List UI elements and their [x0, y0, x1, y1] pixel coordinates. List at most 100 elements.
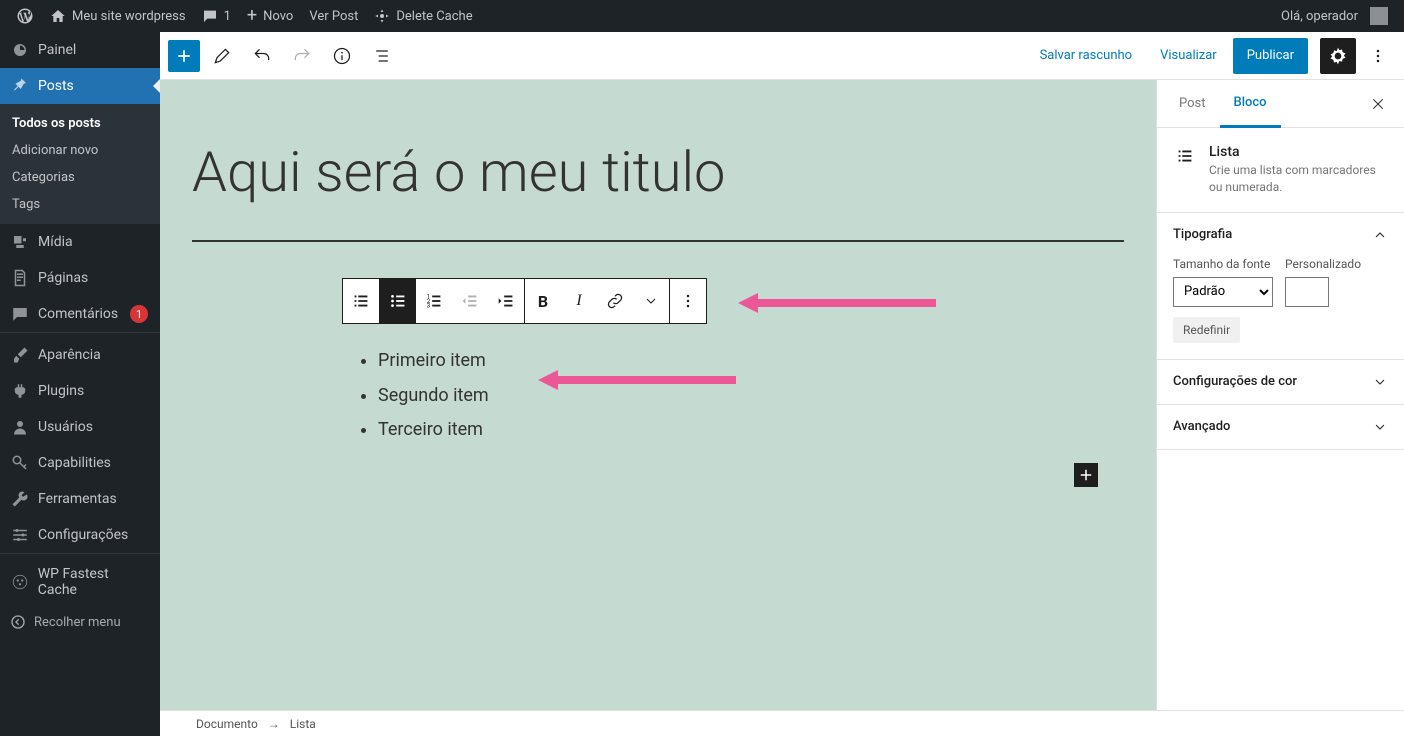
font-size-select[interactable]: Padrão — [1173, 277, 1273, 307]
block-inserter-button[interactable] — [168, 40, 200, 72]
redo-icon — [292, 46, 312, 66]
info-icon — [332, 46, 352, 66]
bulleted-list-button[interactable] — [380, 279, 416, 323]
custom-size-input[interactable] — [1285, 277, 1329, 307]
block-description: Crie uma lista com marcadores ou numerad… — [1209, 162, 1388, 196]
home-icon — [50, 8, 66, 24]
chevron-down-icon — [643, 293, 659, 309]
menu-tools[interactable]: Ferramentas — [0, 481, 160, 517]
view-post[interactable]: Ver Post — [301, 0, 366, 32]
comments-link[interactable]: 1 — [194, 0, 239, 32]
brush-icon — [10, 345, 30, 365]
collapse-icon — [10, 614, 26, 630]
link-icon — [605, 291, 625, 311]
reset-button[interactable]: Redefinir — [1173, 317, 1240, 343]
menu-capabilities[interactable]: Capabilities — [0, 445, 160, 481]
list-item[interactable]: Segundo item — [378, 379, 978, 413]
bold-button[interactable]: B — [525, 279, 561, 323]
menu-users[interactable]: Usuários — [0, 409, 160, 445]
details-button[interactable] — [324, 38, 360, 74]
user-greeting[interactable]: Olá, operador — [1273, 0, 1396, 32]
list-block[interactable]: Primeiro item Segundo item Terceiro item — [338, 344, 978, 447]
outdent-icon — [459, 290, 481, 312]
tools-button[interactable] — [204, 38, 240, 74]
menu-pages[interactable]: Páginas — [0, 260, 160, 296]
change-block-type-button[interactable] — [343, 279, 379, 323]
custom-size-label: Personalizado — [1285, 257, 1361, 271]
panel-advanced[interactable]: Avançado — [1157, 405, 1404, 449]
wordpress-icon — [16, 7, 34, 25]
panel-color[interactable]: Configurações de cor — [1157, 360, 1404, 404]
wp-logo[interactable] — [8, 0, 42, 32]
outline-button[interactable] — [364, 38, 400, 74]
link-button[interactable] — [597, 279, 633, 323]
more-menu-button[interactable] — [1360, 38, 1396, 74]
menu-appearance[interactable]: Aparência — [0, 337, 160, 373]
menu-media[interactable]: Mídia — [0, 224, 160, 260]
publish-button[interactable]: Publicar — [1233, 38, 1308, 74]
chevron-down-icon — [1372, 374, 1388, 390]
indent-button[interactable] — [488, 279, 524, 323]
menu-plugins[interactable]: Plugins — [0, 373, 160, 409]
preview-button[interactable]: Visualizar — [1148, 38, 1229, 74]
list-item[interactable]: Terceiro item — [378, 413, 978, 447]
editor-toolbar: Salvar rascunho Visualizar Publicar — [160, 32, 1404, 80]
settings-button[interactable] — [1320, 38, 1356, 74]
dashboard-icon — [10, 40, 30, 60]
menu-settings[interactable]: Configurações — [0, 517, 160, 553]
block-editor: Salvar rascunho Visualizar Publicar Aqui… — [160, 32, 1404, 736]
editor-canvas[interactable]: Aqui será o meu titulo 123 — [160, 80, 1156, 710]
outdent-button[interactable] — [452, 279, 488, 323]
cache-icon — [374, 8, 390, 24]
panel-typography[interactable]: Tipografia — [1157, 213, 1404, 257]
menu-comments[interactable]: Comentários1 — [0, 296, 160, 332]
more-rich-text-button[interactable] — [633, 279, 669, 323]
italic-button[interactable]: I — [561, 279, 597, 323]
numbered-list-button[interactable]: 123 — [416, 279, 452, 323]
numbered-list-icon: 123 — [423, 290, 445, 312]
menu-posts[interactable]: Posts — [0, 68, 160, 104]
sub-all-posts[interactable]: Todos os posts — [0, 110, 160, 137]
site-name[interactable]: Meu site wordpress — [42, 0, 194, 32]
collapse-menu[interactable]: Recolher menu — [0, 606, 160, 638]
wrench-icon — [10, 489, 30, 509]
sub-tags[interactable]: Tags — [0, 191, 160, 218]
comment-icon — [202, 8, 218, 24]
comment-icon — [10, 304, 30, 324]
breadcrumb-root[interactable]: Documento — [196, 717, 258, 731]
post-title[interactable]: Aqui será o meu titulo — [184, 120, 1132, 240]
inline-inserter-button[interactable] — [1074, 463, 1098, 487]
chevron-down-icon — [1372, 419, 1388, 435]
breadcrumb-block[interactable]: Lista — [290, 717, 316, 731]
redo-button[interactable] — [284, 38, 320, 74]
plus-icon — [1077, 466, 1095, 484]
outline-icon — [372, 46, 392, 66]
sub-categories[interactable]: Categorias — [0, 164, 160, 191]
menu-dashboard[interactable]: Painel — [0, 32, 160, 68]
chevron-up-icon — [1372, 227, 1388, 243]
pin-icon — [10, 76, 30, 96]
undo-button[interactable] — [244, 38, 280, 74]
new-content[interactable]: +Novo — [239, 0, 301, 32]
sub-add-new[interactable]: Adicionar novo — [0, 137, 160, 164]
save-draft-button[interactable]: Salvar rascunho — [1028, 38, 1145, 74]
tab-block[interactable]: Bloco — [1220, 80, 1281, 128]
close-inspector-button[interactable] — [1360, 86, 1396, 122]
page-icon — [10, 268, 30, 288]
bullet-list-icon — [387, 290, 409, 312]
block-toolbar: 123 B I — [342, 278, 707, 324]
menu-wpfc[interactable]: WP Fastest Cache — [0, 558, 160, 606]
separator-block[interactable] — [192, 240, 1124, 242]
delete-cache[interactable]: Delete Cache — [366, 0, 480, 32]
close-icon — [1370, 96, 1386, 112]
comments-badge: 1 — [130, 305, 148, 323]
more-vertical-icon — [678, 291, 698, 311]
tab-post[interactable]: Post — [1165, 80, 1220, 128]
plus-icon: + — [247, 7, 257, 25]
list-item[interactable]: Primeiro item — [378, 344, 978, 378]
annotation-arrow — [738, 291, 938, 315]
font-size-label: Tamanho da fonte — [1173, 257, 1273, 271]
block-more-button[interactable] — [670, 279, 706, 323]
sliders-icon — [10, 525, 30, 545]
undo-icon — [252, 46, 272, 66]
